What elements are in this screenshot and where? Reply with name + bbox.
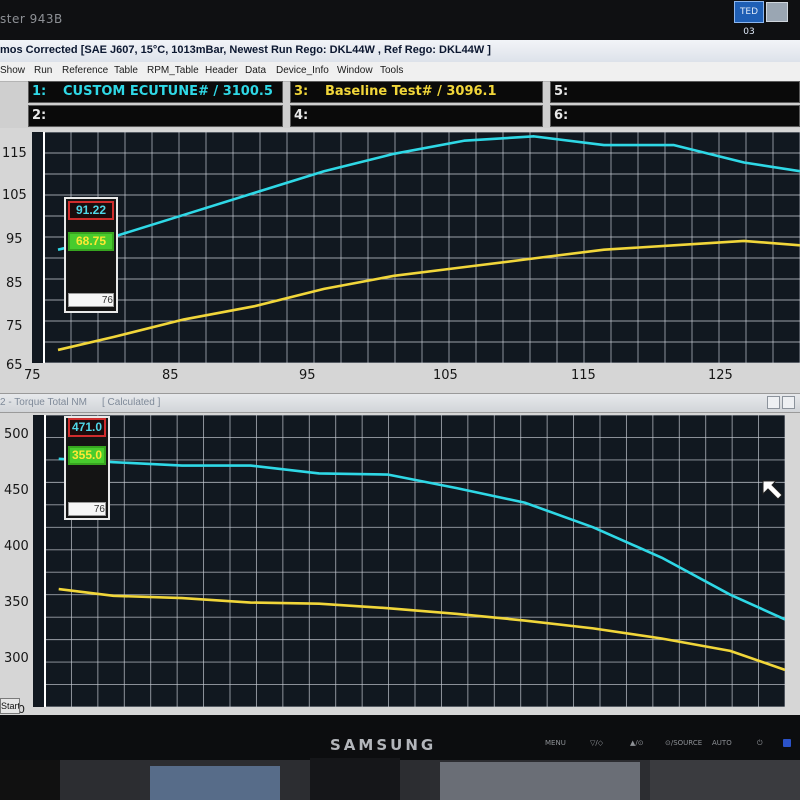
run-slot-3[interactable]: 3: Baseline Test# / 3096.1 xyxy=(290,81,543,103)
taskbar-window-title: ster 943B xyxy=(0,12,63,26)
run-slot-number: 6: xyxy=(554,108,569,123)
tray-app-icon[interactable]: TED 03 xyxy=(734,1,764,37)
menu-button[interactable]: MENU xyxy=(545,739,566,747)
menu-run[interactable]: Run xyxy=(34,65,52,76)
x-tick-label: 105 xyxy=(433,368,458,383)
cursor-value-run3: 355.0 xyxy=(68,446,106,465)
run-slot-label: CUSTOM ECUTUNE# / 3100.5 xyxy=(63,84,273,99)
menu-device-info[interactable]: Device_Info xyxy=(276,65,329,76)
desk-object xyxy=(150,766,280,800)
torque-chart-plot[interactable] xyxy=(33,415,785,707)
screen: mos Corrected [SAE J607, 15°C, 1013mBar,… xyxy=(0,40,800,715)
run-slot-1[interactable]: 1: CUSTOM ECUTUNE# / 3100.5 xyxy=(28,81,283,103)
torque-chart-header: 2 - Torque Total NM [ Calculated ] xyxy=(0,393,800,413)
maximize-button[interactable] xyxy=(782,396,795,409)
monitor-bezel-top: ster 943B TED 03 xyxy=(0,0,800,40)
run-slot-label: Baseline Test# / 3096.1 xyxy=(325,84,497,99)
x-tick-label: 75 xyxy=(24,368,41,383)
window-titlebar: mos Corrected [SAE J607, 15°C, 1013mBar,… xyxy=(0,40,800,63)
cursor-rpm-value: 76 xyxy=(68,502,106,516)
menu-bar: Show Run Reference Table RPM_Table Heade… xyxy=(0,62,800,82)
auto-button[interactable]: AUTO xyxy=(712,739,732,747)
cursor-rpm-value: 76 xyxy=(68,293,114,307)
run-slot-5[interactable]: 5: xyxy=(550,81,800,103)
run-slot-4[interactable]: 4: xyxy=(290,105,543,127)
x-tick-label: 125 xyxy=(708,368,733,383)
menu-data[interactable]: Data xyxy=(245,65,266,76)
y-tick-label: 75 xyxy=(6,319,23,334)
power-chart-svg xyxy=(43,132,800,363)
y-tick-label: 450 xyxy=(4,483,29,498)
run-slot-2[interactable]: 2: xyxy=(28,105,283,127)
menu-reference[interactable]: Reference xyxy=(62,65,108,76)
mouse-pointer-icon xyxy=(762,480,783,500)
cursor-value-run1: 91.22 xyxy=(68,201,114,220)
run-slot-number: 5: xyxy=(554,84,569,99)
monitor-stand xyxy=(310,758,400,800)
source-button[interactable]: ⊙/SOURCE xyxy=(665,739,702,747)
y-tick-label: 85 xyxy=(6,276,23,291)
torque-chart-title: 2 - Torque Total NM xyxy=(0,397,87,408)
desk-object xyxy=(650,760,800,800)
tray-status-icon[interactable] xyxy=(766,2,788,22)
window-title: mos Corrected [SAE J607, 15°C, 1013mBar,… xyxy=(0,44,491,56)
menu-rpm-table[interactable]: RPM_Table xyxy=(147,65,199,76)
y-tick-label: 115 xyxy=(2,146,27,161)
y-tick-label: 500 xyxy=(4,427,29,442)
cable xyxy=(0,760,60,800)
desk-object xyxy=(440,762,640,800)
cursor-value-run1: 471.0 xyxy=(68,418,106,437)
power-chart-plot[interactable] xyxy=(32,132,800,363)
series-line-custom-ecutune xyxy=(58,457,785,621)
menu-table[interactable]: Table xyxy=(114,65,138,76)
x-tick-label: 95 xyxy=(299,368,316,383)
menu-window[interactable]: Window xyxy=(337,65,373,76)
y-tick-label: 300 xyxy=(4,651,29,666)
down-button[interactable]: ▽/◇ xyxy=(590,739,603,747)
y-tick-label: 400 xyxy=(4,539,29,554)
brand-logo: SAMSUNG xyxy=(330,736,437,754)
y-tick-label: 350 xyxy=(4,595,29,610)
y-tick-label: 105 xyxy=(2,188,27,203)
y-tick-label: 65 xyxy=(6,358,23,373)
y-tick-label: 95 xyxy=(6,232,23,247)
power-button[interactable]: ⏻ xyxy=(757,739,763,748)
up-button[interactable]: ▲/⊙ xyxy=(630,739,644,747)
x-tick-label: 115 xyxy=(571,368,596,383)
minimize-button[interactable] xyxy=(767,396,780,409)
menu-show[interactable]: Show xyxy=(0,65,25,76)
menu-tools[interactable]: Tools xyxy=(380,65,403,76)
run-slot-number: 2: xyxy=(32,108,47,123)
torque-chart-svg xyxy=(44,415,785,707)
start-button[interactable]: Start xyxy=(0,698,20,714)
series-line-baseline xyxy=(57,239,800,352)
power-led-icon xyxy=(783,739,791,747)
run-slot-number: 4: xyxy=(294,108,309,123)
power-cursor-readout[interactable]: 91.22 68.75 76 xyxy=(64,197,118,313)
series-line-baseline xyxy=(58,587,785,672)
torque-chart-subtitle: [ Calculated ] xyxy=(102,397,161,408)
menu-header[interactable]: Header xyxy=(205,65,238,76)
run-slot-number: 1: xyxy=(32,84,47,99)
run-slot-number: 3: xyxy=(294,84,309,99)
torque-cursor-readout[interactable]: 471.0 355.0 76 xyxy=(64,416,110,520)
x-tick-label: 85 xyxy=(162,368,179,383)
cursor-value-run3: 68.75 xyxy=(68,232,114,251)
run-slot-6[interactable]: 6: xyxy=(550,105,800,127)
